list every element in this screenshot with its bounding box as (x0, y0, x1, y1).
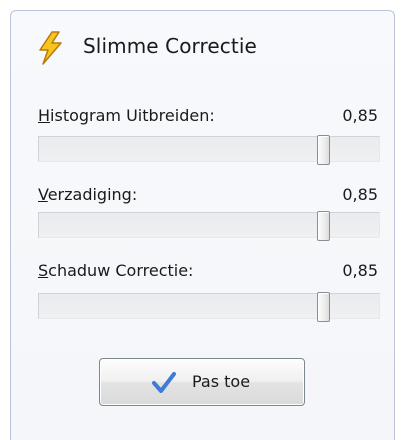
saturation-label-accel: V (38, 185, 48, 204)
saturation-slider-thumb[interactable] (317, 211, 330, 241)
apply-button-label: Pas toe (192, 372, 251, 391)
shadow-correction-label-text: chaduw Correctie: (48, 261, 194, 280)
saturation-slider[interactable] (38, 211, 380, 241)
histogram-expand-label-accel: H (38, 106, 51, 125)
histogram-expand-label-text: istogram Uitbreiden: (50, 106, 215, 125)
histogram-expand-slider[interactable] (38, 135, 380, 165)
checkmark-icon (152, 372, 176, 393)
lightning-bolt-icon (39, 31, 62, 65)
smart-correction-panel: Slimme Correctie Histogram Uitbreiden: 0… (10, 10, 395, 440)
shadow-correction-slider-thumb[interactable] (317, 292, 330, 322)
saturation-label-text: erzadiging: (47, 185, 138, 204)
shadow-correction-value: 0,85 (342, 261, 378, 280)
shadow-correction-slider[interactable] (38, 292, 380, 322)
saturation-value: 0,85 (342, 185, 378, 204)
histogram-expand-slider-thumb[interactable] (317, 135, 330, 165)
panel-title: Slimme Correctie (83, 34, 257, 58)
shadow-correction-label-accel: S (38, 261, 49, 280)
apply-button[interactable]: Pas toe (99, 358, 305, 406)
panel-header: Slimme Correctie (11, 11, 394, 79)
saturation-label: Verzadiging: (38, 185, 137, 204)
shadow-correction-label: Schaduw Correctie: (38, 261, 193, 280)
histogram-expand-value: 0,85 (342, 106, 378, 125)
histogram-expand-label: Histogram Uitbreiden: (38, 106, 215, 125)
